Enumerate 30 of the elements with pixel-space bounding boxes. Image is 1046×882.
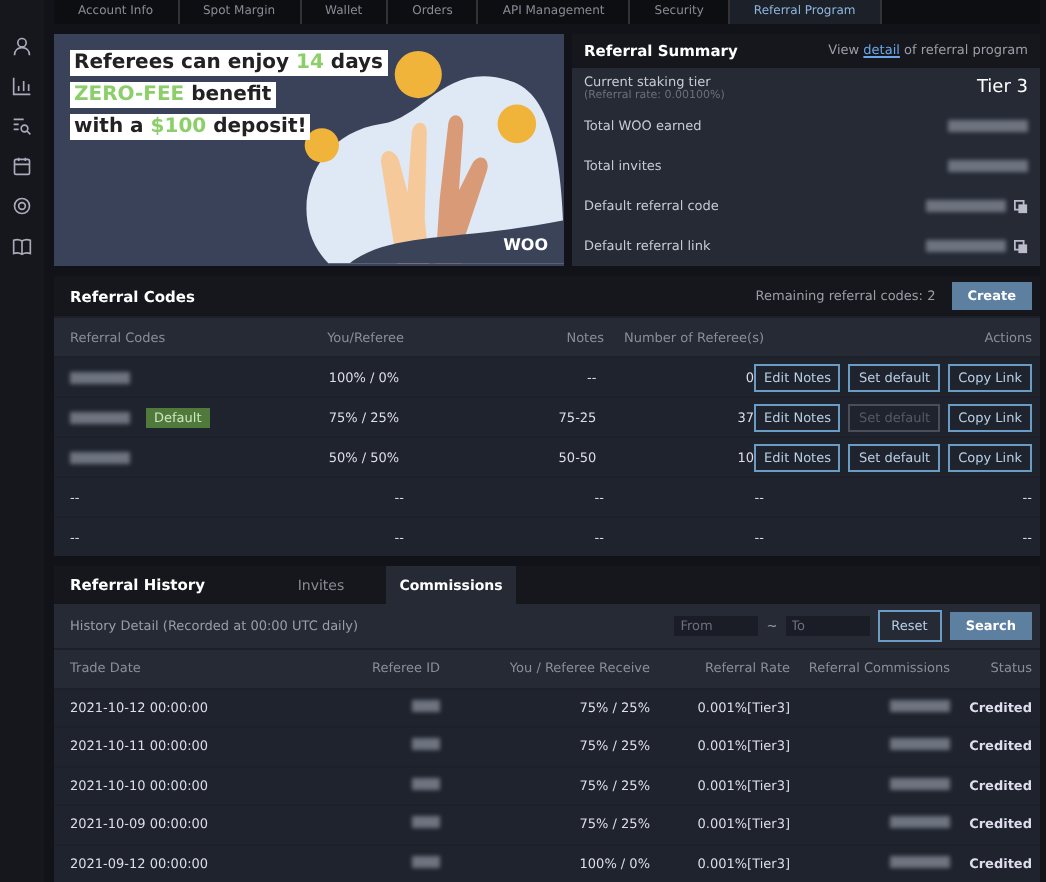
user-icon[interactable] bbox=[12, 36, 32, 56]
brand-logo: WOO bbox=[503, 236, 548, 254]
redacted-value bbox=[948, 120, 1028, 133]
redacted-value bbox=[412, 777, 440, 790]
list-search-icon[interactable] bbox=[12, 116, 32, 136]
redacted-value bbox=[412, 738, 440, 751]
tier-value: Tier 3 bbox=[976, 77, 1028, 98]
book-icon[interactable] bbox=[12, 236, 32, 256]
calendar-icon[interactable] bbox=[12, 156, 32, 176]
redacted-value bbox=[412, 855, 440, 868]
banner-headline: ZERO-FEE benefit bbox=[70, 81, 276, 108]
redacted-value bbox=[948, 160, 1028, 173]
redacted-value bbox=[926, 240, 1006, 253]
coin-icon[interactable] bbox=[12, 196, 32, 216]
banner-headline: Referees can enjoy 14 days bbox=[70, 49, 388, 76]
copy-icon[interactable] bbox=[1014, 239, 1028, 254]
redacted-value bbox=[890, 738, 950, 751]
redacted-value bbox=[890, 699, 950, 712]
redacted-value bbox=[926, 200, 1006, 213]
copy-icon[interactable] bbox=[1014, 199, 1028, 214]
redacted-value bbox=[70, 451, 130, 463]
redacted-value bbox=[890, 855, 950, 868]
redacted-value bbox=[412, 816, 440, 829]
redacted-value bbox=[890, 777, 950, 790]
bar-chart-icon[interactable] bbox=[12, 76, 32, 96]
redacted-value bbox=[70, 371, 130, 383]
redacted-value bbox=[890, 816, 950, 829]
redacted-value bbox=[412, 699, 440, 712]
redacted-value bbox=[70, 411, 130, 423]
banner-headline: with a $100 deposit! bbox=[70, 113, 311, 140]
